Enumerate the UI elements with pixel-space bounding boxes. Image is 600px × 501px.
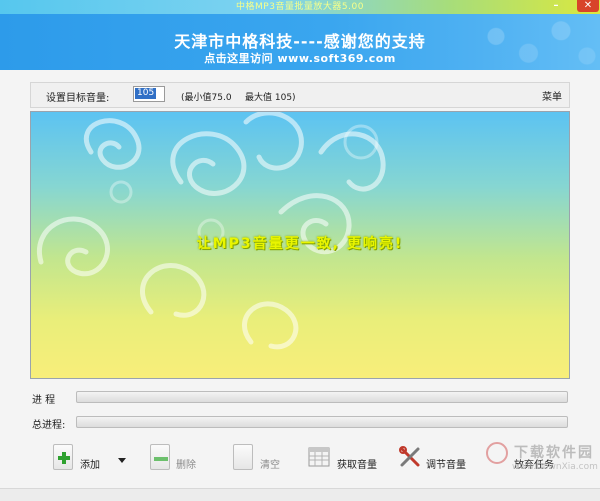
tools-icon bbox=[399, 446, 420, 467]
target-volume-value: 105 bbox=[135, 88, 157, 99]
close-button[interactable]: ✕ bbox=[577, 0, 599, 12]
clear-button[interactable]: 清空 bbox=[233, 444, 288, 480]
adjust-volume-button[interactable]: 调节音量 bbox=[399, 444, 471, 480]
settings-row: 设置目标音量: 105 (最小值75.0 最大值 105) 菜单 bbox=[30, 82, 570, 108]
banner-link[interactable]: 天津市中格科技----感谢您的支持 点击这里访问 www.soft369.com bbox=[0, 14, 600, 70]
progress-bar bbox=[76, 391, 568, 403]
total-progress-label: 总进程: bbox=[32, 420, 66, 431]
banner-website-link[interactable]: 点击这里访问 www.soft369.com bbox=[0, 50, 600, 66]
delete-button[interactable]: 删除 bbox=[150, 444, 205, 480]
total-progress-bar bbox=[76, 416, 568, 428]
get-volume-button[interactable]: 获取音量 bbox=[308, 444, 383, 480]
watermark-url: www.DownXia.com bbox=[512, 462, 598, 472]
status-bar bbox=[0, 488, 600, 501]
watermark-text: 下载软件园 bbox=[514, 445, 594, 461]
add-label: 添加 bbox=[80, 460, 100, 471]
min-value-text: (最小值75.0 bbox=[181, 93, 232, 103]
clear-label: 清空 bbox=[260, 460, 280, 471]
delete-label: 删除 bbox=[176, 460, 196, 471]
delete-file-icon bbox=[150, 444, 170, 470]
clear-list-icon bbox=[233, 444, 253, 470]
add-button[interactable]: 添加 bbox=[53, 444, 113, 480]
max-value-text: 最大值 105) bbox=[245, 93, 296, 103]
window-title: 中格MP3音量批量放大器5.00 bbox=[236, 2, 364, 12]
minimize-button[interactable]: – bbox=[548, 0, 564, 12]
banner-thanks-text: 天津市中格科技----感谢您的支持 bbox=[174, 32, 426, 51]
title-bar[interactable]: 中格MP3音量批量放大器5.00 – ✕ bbox=[0, 0, 600, 14]
adjust-volume-label: 调节音量 bbox=[426, 460, 466, 471]
get-volume-label: 获取音量 bbox=[337, 460, 377, 471]
target-volume-label: 设置目标音量: bbox=[46, 93, 110, 104]
add-file-icon bbox=[53, 444, 73, 470]
slogan-text: 让MP3音量更一致, 更响亮! bbox=[196, 236, 404, 252]
add-dropdown-arrow-icon[interactable] bbox=[118, 458, 126, 463]
watermark: 下载软件园 www.DownXia.com bbox=[486, 440, 598, 490]
file-list-panel[interactable]: 让MP3音量更一致, 更响亮! bbox=[30, 111, 570, 379]
calendar-table-icon bbox=[308, 447, 330, 467]
progress-label: 进 程 bbox=[32, 395, 56, 406]
menu-button[interactable]: 菜单 bbox=[542, 88, 562, 103]
watermark-logo-icon bbox=[486, 442, 508, 464]
